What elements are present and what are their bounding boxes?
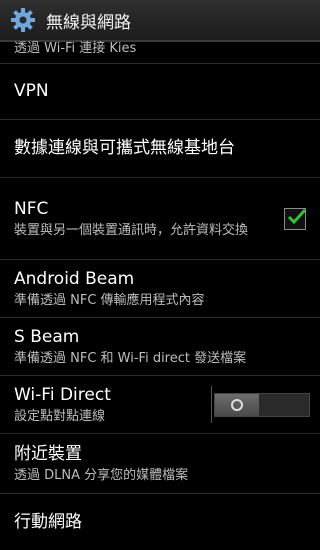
wifi-direct-toggle[interactable] (214, 392, 310, 417)
checkmark-icon (287, 208, 307, 224)
list-item-s-beam[interactable]: S Beam 準備透過 NFC 和 Wi-Fi direct 發送檔案 (0, 318, 320, 376)
list-item-nfc[interactable]: NFC 裝置與另一個裝置通訊時，允許資料交換 (0, 178, 320, 260)
title-bar: 無線與網路 (0, 0, 320, 42)
toggle-knob[interactable] (215, 393, 259, 416)
list-item-wifi-direct[interactable]: Wi-Fi Direct 設定點對點連線 (0, 376, 320, 434)
list-item-subtitle: 準備透過 NFC 傳輸應用程式內容 (14, 292, 205, 308)
list-item-subtitle: 透過 Wi-Fi 連接 Kies (14, 41, 137, 56)
list-item-tethering[interactable]: 數據連線與可攜式無線基地台 (0, 120, 320, 178)
list-item-vpn[interactable]: VPN (0, 64, 320, 120)
list-item-android-beam[interactable]: Android Beam 準備透過 NFC 傳輸應用程式內容 (0, 260, 320, 318)
settings-gear-icon (11, 8, 35, 32)
list-item-nearby-devices[interactable]: 附近裝置 透過 DLNA 分享您的媒體檔案 (0, 434, 320, 494)
list-item-kies-wifi[interactable]: 透過 Wi-Fi 連接 Kies (0, 41, 320, 64)
list-item-title: NFC (14, 198, 49, 219)
nfc-checkbox[interactable] (284, 207, 307, 230)
settings-list: 透過 Wi-Fi 連接 Kies VPN 數據連線與可攜式無線基地台 NFC 裝… (0, 41, 320, 550)
list-item-mobile-networks[interactable]: 行動網路 (0, 494, 320, 550)
list-item-title: 數據連線與可攜式無線基地台 (14, 138, 235, 158)
list-item-subtitle: 裝置與另一個裝置通訊時，允許資料交換 (14, 222, 249, 238)
toggle-off-icon (231, 398, 243, 411)
list-item-subtitle: 準備透過 NFC 和 Wi-Fi direct 發送檔案 (14, 350, 247, 366)
list-item-title: 附近裝置 (14, 443, 82, 464)
list-item-title: VPN (14, 81, 49, 101)
divider (211, 386, 212, 423)
page-title: 無線與網路 (46, 12, 131, 33)
list-item-subtitle: 透過 DLNA 分享您的媒體檔案 (14, 467, 189, 483)
list-item-title: Android Beam (14, 268, 135, 289)
list-item-title: S Beam (14, 326, 80, 347)
list-item-title: 行動網路 (14, 511, 82, 532)
